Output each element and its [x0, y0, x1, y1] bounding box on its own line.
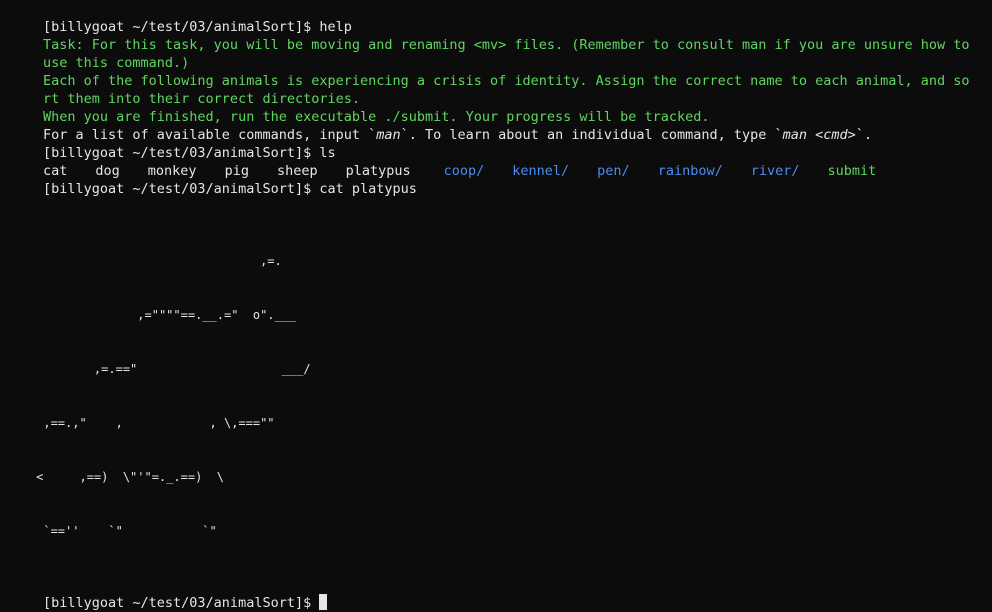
help-task-line: Task: For this task, you will be moving … — [43, 37, 978, 71]
file-entry: monkey — [147, 163, 197, 179]
command-line-cat: [billygoat ~/test/03/animalSort]$ cat pl… — [43, 180, 973, 198]
command-text: ls — [319, 145, 336, 161]
file-entry: platypus — [345, 163, 411, 179]
shell-prompt: [billygoat ~/test/03/animalSort]$ — [43, 181, 312, 197]
ls-listing: cat dog monkey pig sheep platypus coop/ … — [43, 162, 973, 180]
help-submit-line: When you are finished, run the executabl… — [43, 109, 710, 125]
man-keyword: man — [376, 127, 401, 143]
file-entry: cat — [43, 163, 68, 179]
help-commands-line: For a list of available commands, input … — [43, 127, 873, 143]
help-identity-line: Each of the following animals is experie… — [43, 73, 970, 107]
terminal-output: [billygoat ~/test/03/animalSort]$ help T… — [36, 18, 978, 612]
platypus-ascii-art: ,=. ,=""""==.__.=" o".___ ,=.==" ___/ ,=… — [0, 254, 311, 538]
directory-entry: pen/ — [597, 163, 630, 179]
man-cmd-keyword: man <cmd> — [782, 127, 856, 143]
directory-entry: river/ — [750, 163, 800, 179]
active-command-line[interactable]: [billygoat ~/test/03/animalSort]$ — [43, 594, 973, 612]
directory-entry: kennel/ — [512, 163, 570, 179]
directory-entry: rainbow/ — [657, 163, 723, 179]
directory-entry: coop/ — [443, 163, 485, 179]
file-entry: dog — [95, 163, 120, 179]
text-cursor[interactable] — [319, 594, 328, 610]
file-entry: sheep — [276, 163, 318, 179]
command-text: cat platypus — [319, 181, 417, 197]
command-text: help — [319, 19, 352, 35]
file-entry: pig — [224, 163, 249, 179]
command-line-ls: [billygoat ~/test/03/animalSort]$ ls — [43, 144, 973, 162]
command-line-help: [billygoat ~/test/03/animalSort]$ help — [43, 18, 973, 36]
shell-prompt: [billygoat ~/test/03/animalSort]$ — [43, 19, 312, 35]
shell-prompt: [billygoat ~/test/03/animalSort]$ — [43, 595, 312, 611]
shell-prompt: [billygoat ~/test/03/animalSort]$ — [43, 145, 312, 161]
executable-entry: submit — [827, 163, 877, 179]
